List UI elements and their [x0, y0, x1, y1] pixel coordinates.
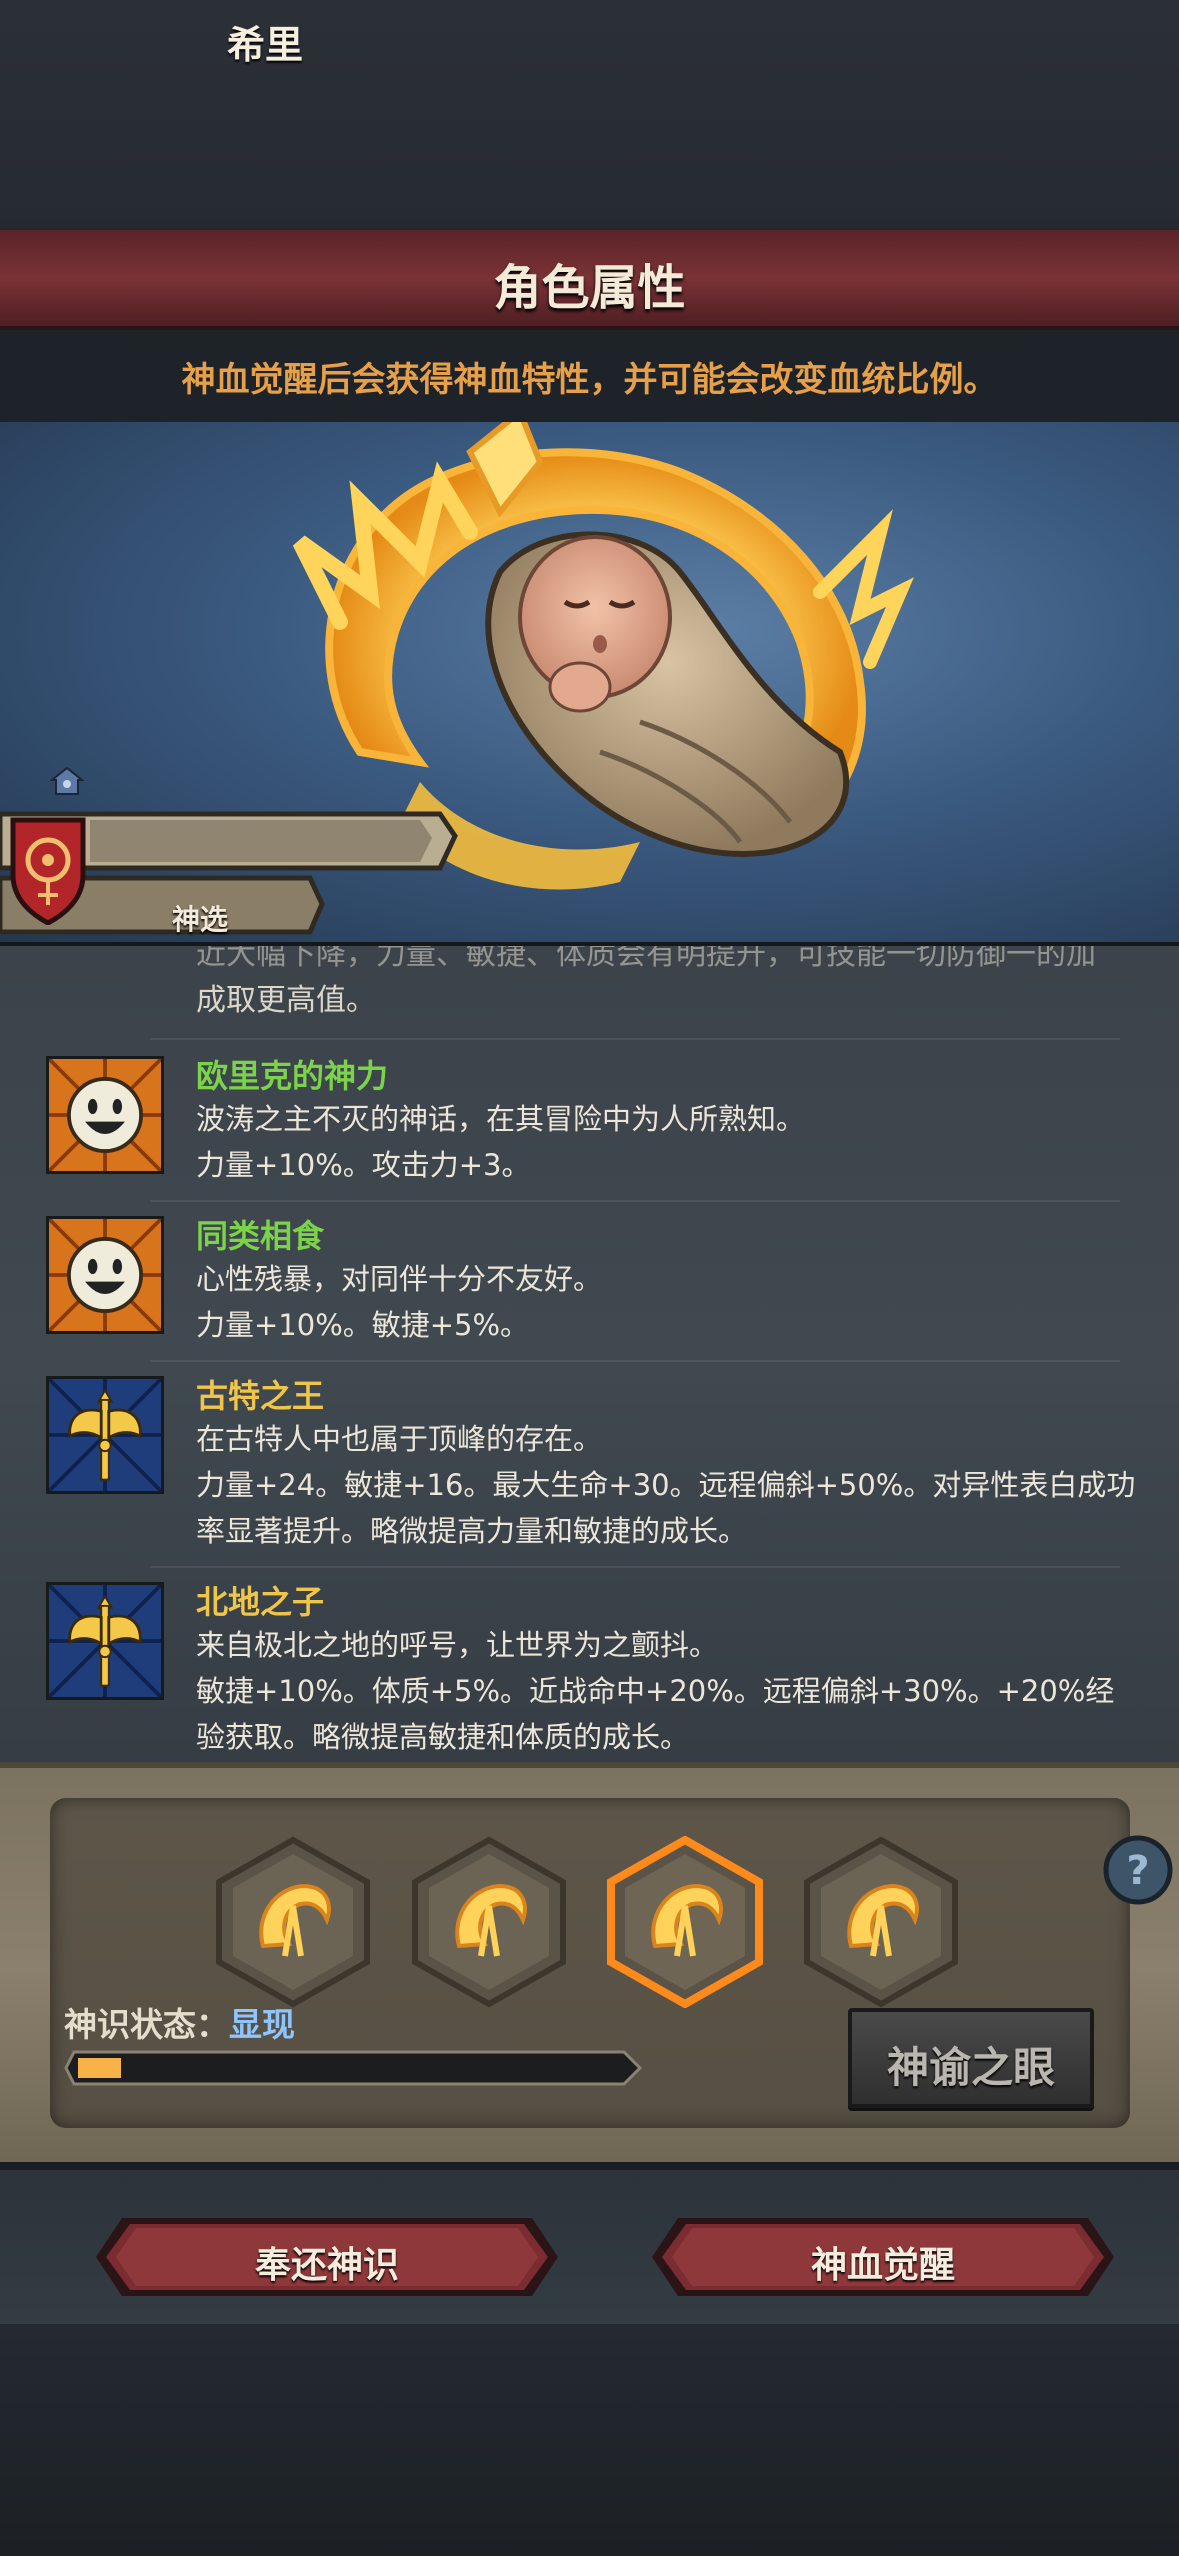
divine-slots-frame: ? 神识状态：显现 神谕之眼 — [50, 1798, 1173, 2128]
golden-axe-icon — [46, 1582, 164, 1700]
return-divine-label: 奉还神识 — [254, 2245, 399, 2286]
help-icon[interactable]: ? — [1102, 1834, 1174, 1906]
trait-description: 来自极北之地的呼号，让世界为之颤抖。 — [196, 1628, 719, 1662]
trait-description: 在古特人中也属于顶峰的存在。 — [196, 1422, 603, 1456]
divine-slot-3-selected[interactable] — [607, 1836, 763, 2008]
divine-slot-1[interactable] — [215, 1836, 371, 2008]
divider — [150, 1200, 1120, 1202]
trait-name: 北地之子 — [196, 1582, 324, 1622]
trait-description: 心性残暴，对同伴十分不友好。 — [196, 1262, 603, 1296]
trait-partial-line-bottom: 成取更高值。 — [196, 983, 376, 1018]
character-name: 希里 — [226, 23, 303, 67]
trait-effect: 力量+10%。攻击力+3。 — [196, 1148, 531, 1182]
divine-slot-2[interactable] — [411, 1836, 567, 2008]
title-bar: 角色属性 — [0, 230, 1179, 330]
golden-axe-icon — [46, 1376, 164, 1494]
traits-list[interactable]: 近大幅下降，力量、敏捷、体质会有明提升，可技能一切防御一的加 成取更高值。 欧里… — [0, 942, 1179, 1766]
trait-partial-line-top: 近大幅下降，力量、敏捷、体质会有明提升，可技能一切防御一的加 — [196, 942, 1096, 972]
notice-bar: 神血觉醒后会获得神血特性，并可能会改变血统比例。 — [0, 330, 1179, 422]
trait-effect: 力量+24。敏捷+16。最大生命+30。远程偏斜+50%。对异性表白成功率显著提… — [196, 1468, 1136, 1548]
smiley-face-icon — [46, 1056, 164, 1174]
faction-crest-icon[interactable] — [8, 815, 88, 925]
notice-text: 神血觉醒后会获得神血特性，并可能会改变血统比例。 — [181, 360, 998, 400]
trait-effect: 力量+10%。敏捷+5%。 — [196, 1308, 530, 1342]
divine-panel: ? 神识状态：显现 神谕之眼 — [0, 1762, 1179, 2168]
divine-status-value: 显现 — [229, 2005, 295, 2044]
action-bar: 奉还神识 神血觉醒 — [0, 2162, 1179, 2332]
divine-progress-bar — [64, 2050, 643, 2086]
trait-name-text: 古特之王 — [196, 1377, 325, 1415]
trait-name-text: 北地之子 — [196, 1583, 325, 1621]
trait-name: 欧里克的神力 — [196, 1056, 388, 1096]
trait-effect: 敏捷+10%。体质+5%。近战命中+20%。远程偏斜+30%。+20%经验获取。… — [196, 1674, 1115, 1754]
divine-awaken-label: 神血觉醒 — [810, 2245, 955, 2286]
character-subtitle: 神选 — [171, 903, 228, 936]
divine-status-label: 神识状态： — [64, 2005, 229, 2044]
smiley-face-icon — [46, 1216, 164, 1334]
home-icon[interactable] — [50, 766, 84, 796]
divider — [150, 1566, 1120, 1568]
oracle-eye-button[interactable]: 神谕之眼 — [848, 2008, 1094, 2108]
return-divine-button[interactable]: 奉还神识 — [92, 2214, 562, 2300]
divine-status: 神识状态：显现 — [64, 1998, 295, 2046]
divine-awaken-button[interactable]: 神血觉醒 — [648, 2214, 1118, 2300]
page-title: 角色属性 — [493, 260, 686, 316]
divider — [150, 1360, 1120, 1362]
svg-text:?: ? — [1126, 1848, 1149, 1894]
oracle-eye-label: 神谕之眼 — [886, 2043, 1055, 2092]
bottom-background — [0, 2324, 1179, 2556]
progress-fill — [78, 2058, 121, 2078]
trait-description: 波涛之主不灭的神话，在其冒险中为人所熟知。 — [196, 1102, 806, 1136]
trait-name: 古特之王 — [196, 1376, 324, 1416]
trait-name-text: 欧里克的神力 — [196, 1057, 389, 1095]
trait-partial-text: 近大幅下降，力量、敏捷、体质会有明提升，可技能一切防御一的加 成取更高值。 — [196, 942, 1096, 1024]
trait-name: 同类相食 — [196, 1216, 324, 1256]
trait-name-text: 同类相食 — [196, 1217, 325, 1255]
divider — [150, 1038, 1120, 1040]
divine-slot-4[interactable] — [803, 1836, 959, 2008]
